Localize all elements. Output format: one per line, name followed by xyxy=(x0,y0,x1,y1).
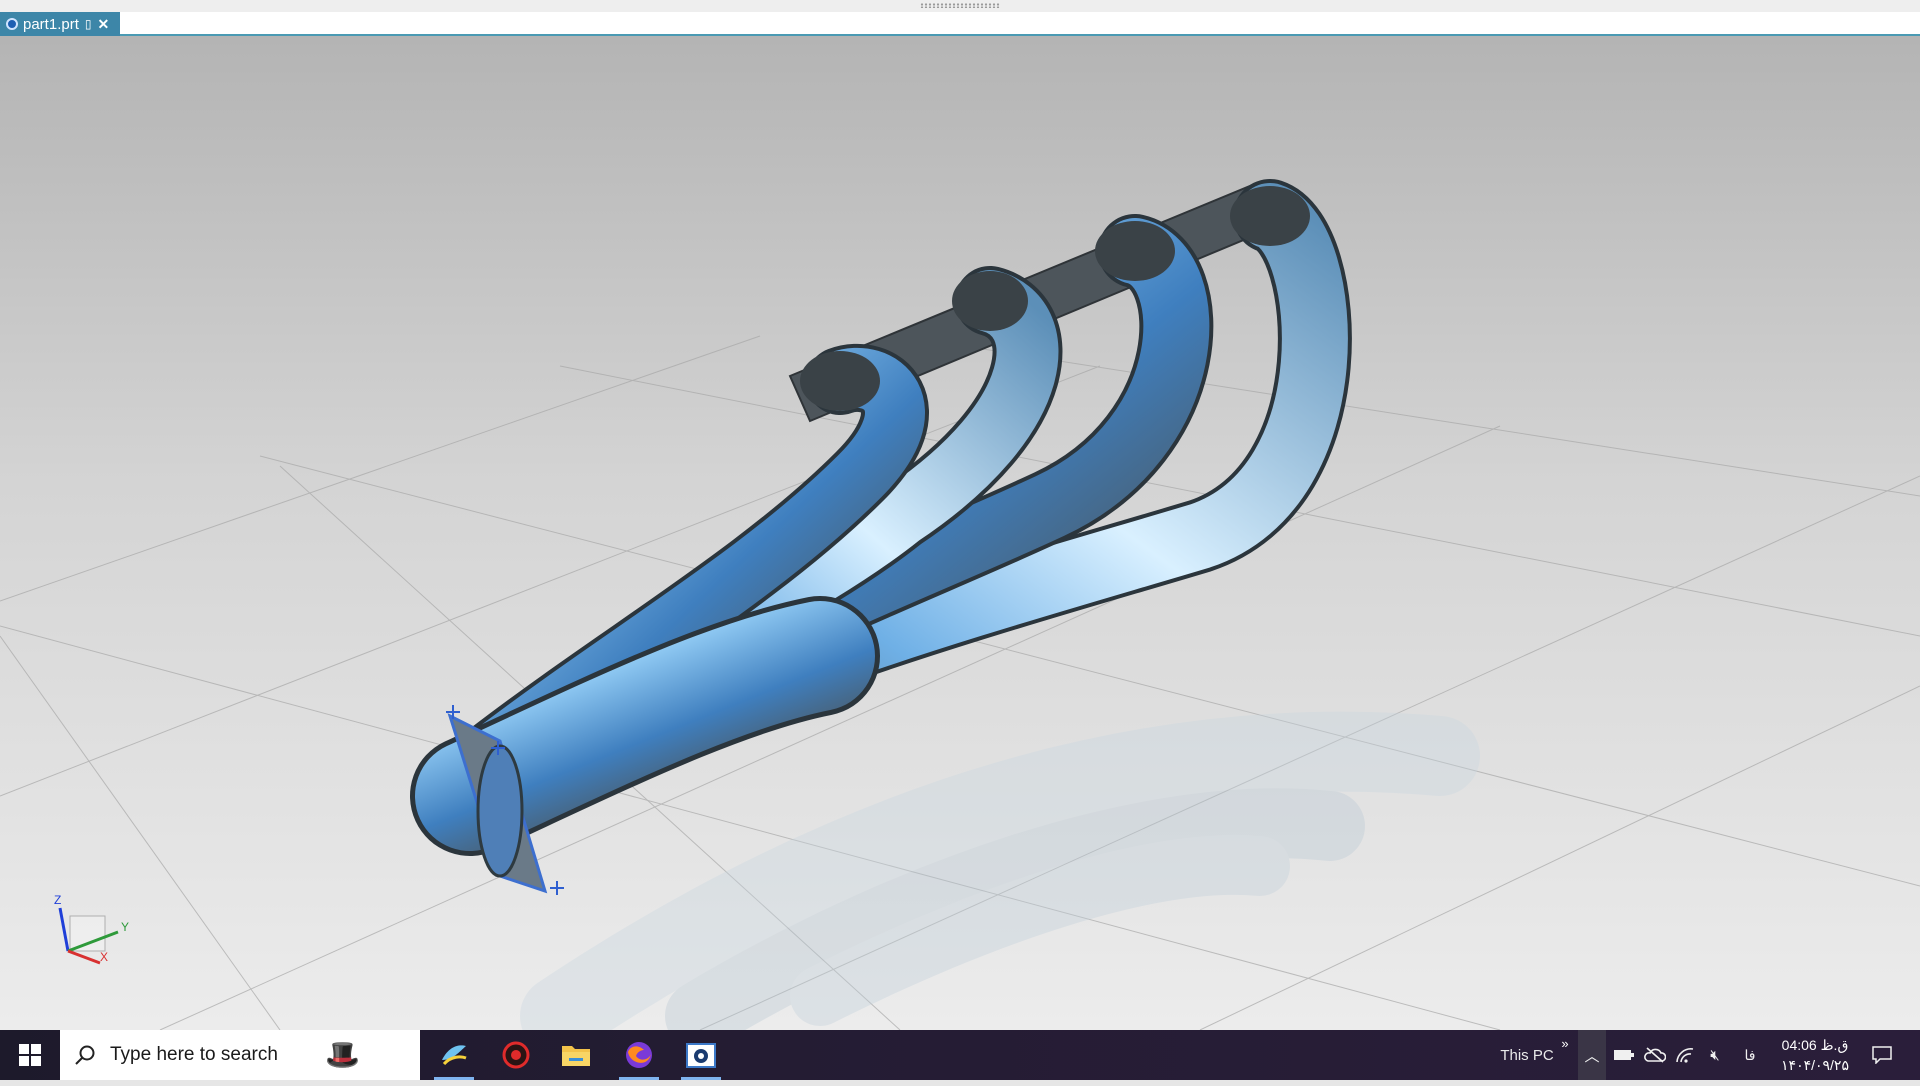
triad-x-label: X xyxy=(100,950,108,964)
taskbar-app-firefox[interactable] xyxy=(613,1030,665,1080)
taskbar-app-red-gear[interactable] xyxy=(490,1030,542,1080)
search-placeholder: Type here to search xyxy=(110,1044,278,1065)
close-icon[interactable]: ✕ xyxy=(97,16,109,33)
cloud-offline-icon[interactable] xyxy=(1640,1030,1670,1080)
panel-grip-bar[interactable] xyxy=(0,0,1920,12)
document-tab-label: part1.prt xyxy=(23,15,79,33)
taskbar-search-box[interactable]: Type here to search 🎩 xyxy=(60,1030,420,1080)
toolbar-overflow-icon[interactable]: » xyxy=(1557,1030,1573,1086)
show-hidden-icons-button[interactable]: ︿ xyxy=(1578,1030,1606,1080)
search-highlight-icon: 🎩 xyxy=(325,1039,360,1070)
notification-center-button[interactable] xyxy=(1862,1030,1902,1080)
model-canvas[interactable]: Z Y X xyxy=(0,36,1920,1030)
pin-icon[interactable]: ▯ xyxy=(85,17,92,31)
taskbar-app-screenshot-tool[interactable] xyxy=(675,1030,727,1080)
camera-app-icon xyxy=(686,1043,716,1068)
taskbar-app-file-explorer[interactable] xyxy=(550,1030,602,1080)
document-tab[interactable]: part1.prt ▯ ✕ xyxy=(0,12,120,36)
wifi-icon[interactable] xyxy=(1670,1030,1700,1080)
clock-date: ۱۴۰۴/۰۹/۲۵ xyxy=(1781,1057,1849,1073)
notification-icon xyxy=(1872,1046,1892,1064)
tray-location-label[interactable]: This PC xyxy=(1497,1030,1557,1080)
chevron-up-icon: ︿ xyxy=(1584,1047,1600,1065)
start-button[interactable] xyxy=(0,1030,60,1080)
red-gear-app-icon xyxy=(502,1041,530,1069)
document-tab-bar: part1.prt ▯ ✕ xyxy=(0,12,1920,36)
search-icon xyxy=(75,1045,95,1065)
triad-y-label: Y xyxy=(121,920,129,934)
taskbar-clock[interactable]: 04:06 ق.ظ ۱۴۰۴/۰۹/۲۵ xyxy=(1770,1030,1860,1080)
grip-handle[interactable] xyxy=(920,3,1000,8)
volume-muted-icon[interactable]: 🔇︎ xyxy=(1700,1030,1730,1080)
triad-z-label: Z xyxy=(54,893,61,907)
clock-time: 04:06 ق.ظ xyxy=(1781,1037,1849,1053)
windows-taskbar: Type here to search 🎩 This PC » ︿ 🔇︎ فا … xyxy=(0,1030,1920,1080)
windows-logo-icon xyxy=(19,1044,41,1066)
nx-app-icon xyxy=(442,1045,467,1066)
input-language-indicator[interactable]: فا xyxy=(1735,1030,1765,1080)
folder-icon xyxy=(562,1046,590,1066)
battery-icon[interactable] xyxy=(1610,1030,1638,1080)
nx-app-icon xyxy=(6,18,18,30)
graphics-viewport[interactable]: Z Y X xyxy=(0,36,1920,1030)
taskbar-app-nx[interactable] xyxy=(428,1030,480,1080)
firefox-icon xyxy=(626,1042,652,1068)
